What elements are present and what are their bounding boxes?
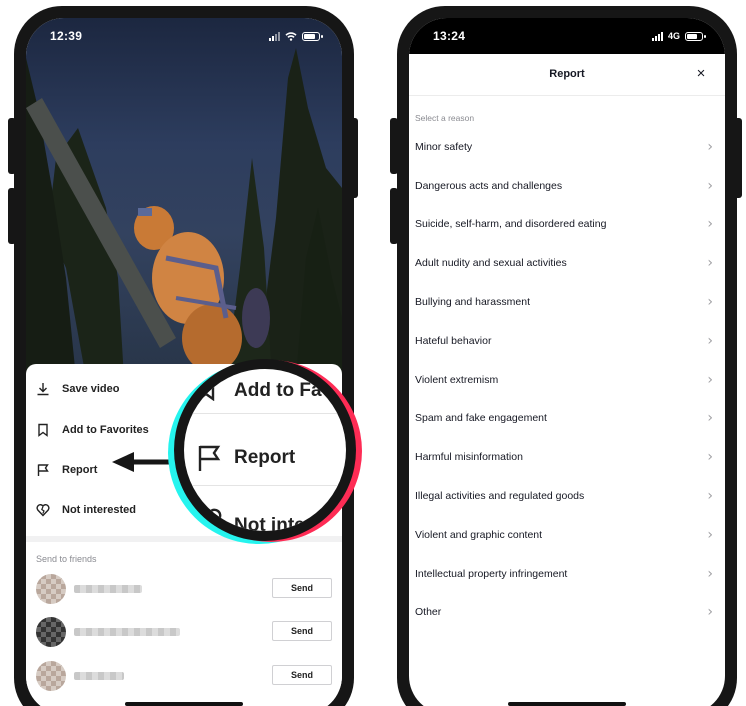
magnified-report: Report [234,447,296,468]
wifi-icon [285,31,297,41]
report-header: Report × [409,54,725,96]
reason-label: Minor safety [415,140,473,153]
reason-label: Spam and fake engagement [415,412,547,425]
chevron-right-icon: › [707,449,713,466]
chevron-right-icon: › [707,526,713,543]
reason-label: Adult nudity and sexual activities [415,257,567,270]
status-time: 12:39 [50,29,83,43]
not-interested-item[interactable]: Not interested [36,503,136,517]
reason-label: Violent and graphic content [415,528,543,541]
add-to-favorites-item[interactable]: Add to Favorites [36,423,149,437]
magnified-not-interested: Not intere [234,515,323,531]
home-indicator [508,702,626,706]
report-label: Report [62,464,98,476]
add-to-favorites-label: Add to Favorites [62,424,149,436]
flag-icon [37,464,49,476]
friend-row: Send [36,617,332,647]
reason-item-other[interactable]: Other › [415,593,713,632]
send-button[interactable]: Send [272,578,332,598]
send-button[interactable]: Send [272,665,332,685]
reason-label: Dangerous acts and challenges [415,179,563,192]
signal-icon [651,31,663,41]
not-interested-label: Not interested [62,504,136,516]
battery-icon [685,31,706,41]
reason-label: Harmful misinformation [415,451,523,464]
chevron-right-icon: › [707,410,713,427]
video-background[interactable] [26,18,342,378]
reason-item-adult-nudity[interactable]: Adult nudity and sexual activities › [415,244,713,283]
status-time: 13:24 [433,29,466,43]
chevron-right-icon: › [707,332,713,349]
select-reason-label: Select a reason [415,113,475,123]
video-scene [26,48,342,378]
reason-label: Violent extremism [415,373,499,386]
magnified-add-to-favorites: Add to Fa [234,380,322,401]
magnifier-divider [184,485,346,486]
chevron-right-icon: › [707,138,713,155]
status-icons [269,31,323,41]
reason-label: Bullying and harassment [415,296,530,309]
friend-row: Send [36,574,332,604]
close-icon[interactable]: × [691,64,711,84]
status-icons: 4G [651,31,706,41]
reason-item-misinformation[interactable]: Harmful misinformation › [415,438,713,477]
reason-label: Intellectual property infringement [415,567,568,580]
chevron-right-icon: › [707,488,713,505]
left-phone-screen: 12:39 Save video Add to Favorites Report… [26,18,342,706]
send-button[interactable]: Send [272,621,332,641]
download-icon [37,383,49,396]
page-title: Report [549,68,585,80]
broken-heart-icon [198,508,222,531]
status-bar: 13:24 4G [409,18,725,54]
magnifier-callout: Add to Fa Report Not intere [174,359,356,541]
reason-label: Other [415,606,442,619]
reason-label: Illegal activities and regulated goods [415,490,585,503]
reason-item-illegal-activities[interactable]: Illegal activities and regulated goods › [415,477,713,516]
friend-name-blurred [74,585,142,593]
reason-item-dangerous-acts[interactable]: Dangerous acts and challenges › [415,166,713,205]
avatar[interactable] [36,617,66,647]
reason-label: Hateful behavior [415,334,492,347]
reason-item-intellectual-property[interactable]: Intellectual property infringement › [415,554,713,593]
chevron-right-icon: › [707,565,713,582]
reason-item-suicide-self-harm[interactable]: Suicide, self-harm, and disordered eatin… [415,205,713,244]
avatar[interactable] [36,574,66,604]
friend-name-blurred [74,628,180,636]
reason-item-violent-content[interactable]: Violent and graphic content › [415,516,713,555]
broken-heart-icon [36,504,50,517]
friend-name-blurred [74,672,124,680]
bookmark-icon [38,423,48,437]
status-bar: 12:39 [26,18,342,54]
reason-item-bullying[interactable]: Bullying and harassment › [415,283,713,322]
friend-row: Send [36,661,332,691]
save-video-label: Save video [62,383,120,395]
right-phone-screen: 13:24 4G Report × Select a reason Minor … [409,18,725,706]
reason-item-hateful-behavior[interactable]: Hateful behavior › [415,322,713,361]
chevron-right-icon: › [707,371,713,388]
chevron-right-icon: › [707,177,713,194]
avatar[interactable] [36,661,66,691]
home-indicator [125,702,243,706]
chevron-right-icon: › [707,255,713,272]
battery-icon [302,31,323,41]
reason-item-violent-extremism[interactable]: Violent extremism › [415,360,713,399]
save-video-item[interactable]: Save video [36,382,119,396]
report-item[interactable]: Report [36,463,97,477]
chevron-right-icon: › [707,604,713,621]
chevron-right-icon: › [707,216,713,233]
signal-icon [269,31,280,41]
chevron-right-icon: › [707,294,713,311]
reason-item-spam[interactable]: Spam and fake engagement › [415,399,713,438]
right-phone-frame: 13:24 4G Report × Select a reason Minor … [397,6,737,706]
flag-icon [198,445,221,471]
magnifier-lens: Add to Fa Report Not intere [184,369,346,531]
network-label: 4G [667,31,680,41]
magnifier-divider [184,413,346,414]
send-to-friends-title: Send to friends [36,554,97,564]
reason-label: Suicide, self-harm, and disordered eatin… [415,218,607,231]
bookmark-icon [197,377,215,401]
left-phone-frame: 12:39 Save video Add to Favorites Report… [14,6,354,706]
reason-item-minor-safety[interactable]: Minor safety › [415,128,713,167]
